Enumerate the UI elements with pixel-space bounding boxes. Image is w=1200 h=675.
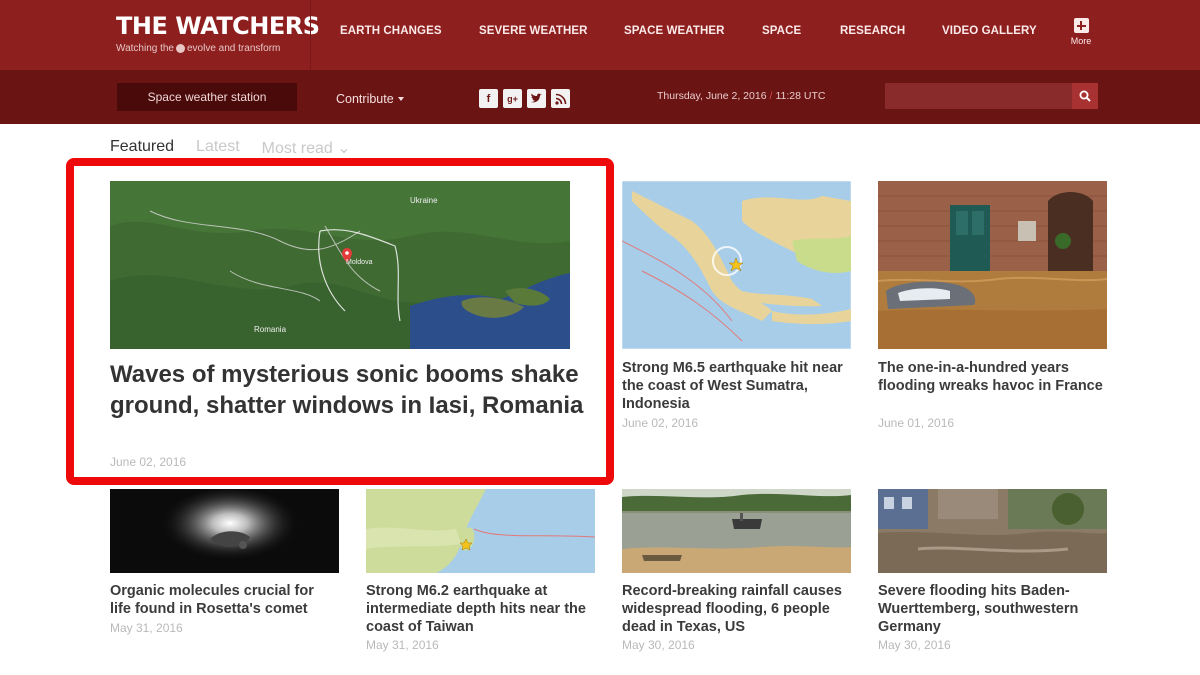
tab-most-read[interactable]: Most read ⌄ (262, 138, 351, 158)
globe-icon (176, 44, 185, 53)
chevron-down-icon: ⌄ (337, 140, 351, 157)
tab-latest[interactable]: Latest (196, 138, 240, 158)
google-plus-icon[interactable]: g+ (503, 89, 522, 108)
facebook-icon[interactable]: f (479, 89, 498, 108)
nav-space-weather[interactable]: SPACE WEATHER (624, 25, 725, 41)
article-image-rosetta[interactable] (110, 489, 339, 573)
nav-severe-weather[interactable]: SEVERE WEATHER (479, 25, 588, 41)
article-headline-rosetta[interactable]: Organic molecules crucial for life found… (110, 582, 335, 618)
article-headline-france[interactable]: The one-in-a-hundred years flooding wrea… (878, 359, 1103, 395)
caret-down-icon (397, 97, 404, 101)
nav-video-gallery[interactable]: VIDEO GALLERY (942, 25, 1037, 41)
social-links: f g+ (479, 89, 570, 108)
article-headline-taiwan[interactable]: Strong M6.2 earthquake at intermediate d… (366, 582, 591, 636)
tab-featured[interactable]: Featured (110, 138, 174, 158)
article-date-france: June 01, 2016 (878, 416, 955, 430)
rss-icon[interactable] (551, 89, 570, 108)
article-date-texas: May 30, 2016 (622, 638, 695, 652)
search-bar (885, 83, 1098, 109)
site-header: THE WATCHERS Watching the evolve and tra… (0, 0, 1200, 70)
article-image-baden[interactable] (878, 489, 1107, 573)
space-weather-station-button[interactable]: Space weather station (117, 83, 297, 111)
site-tagline: Watching the evolve and transform (116, 43, 281, 54)
nav-more-button[interactable]: More (1066, 18, 1096, 46)
nav-research[interactable]: RESEARCH (840, 25, 905, 41)
header-divider (310, 0, 311, 70)
article-image-texas[interactable] (622, 489, 851, 573)
plus-icon (1073, 18, 1089, 33)
article-date-rosetta: May 31, 2016 (110, 621, 183, 635)
search-input[interactable] (885, 83, 1072, 109)
nav-earth-changes[interactable]: EARTH CHANGES (340, 25, 442, 41)
current-datetime: Thursday, June 2, 2016/11:28 UTC (657, 90, 826, 102)
article-date-taiwan: May 31, 2016 (366, 638, 439, 652)
article-image-france[interactable] (878, 181, 1107, 349)
article-headline-sumatra[interactable]: Strong M6.5 earthquake hit near the coas… (622, 359, 847, 413)
article-headline-texas[interactable]: Record-breaking rainfall causes widespre… (622, 582, 854, 636)
article-headline-baden[interactable]: Severe flooding hits Baden-Wuerttemberg,… (878, 582, 1103, 636)
contribute-label: Contribute (336, 92, 394, 106)
current-time: 11:28 UTC (775, 90, 826, 102)
article-tabs: Featured Latest Most read ⌄ (110, 138, 351, 158)
article-date-sumatra: June 02, 2016 (622, 416, 699, 430)
highlight-annotation (66, 158, 614, 485)
contribute-menu[interactable]: Contribute (336, 92, 404, 106)
nav-space[interactable]: SPACE (762, 25, 801, 41)
search-button[interactable] (1072, 83, 1098, 109)
current-date: Thursday, June 2, 2016 (657, 90, 767, 102)
more-label: More (1070, 36, 1092, 46)
article-date-baden: May 30, 2016 (878, 638, 951, 652)
site-logo[interactable]: THE WATCHERS Watching the evolve and tra… (116, 12, 320, 54)
article-image-taiwan[interactable] (366, 489, 595, 573)
site-title: THE WATCHERS (116, 12, 320, 40)
article-image-sumatra[interactable] (622, 181, 851, 349)
twitter-icon[interactable] (527, 89, 546, 108)
search-icon (1079, 90, 1091, 102)
